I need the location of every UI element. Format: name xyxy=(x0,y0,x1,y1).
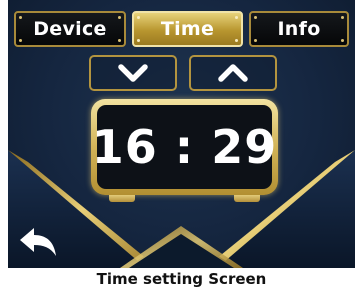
clock-face: 16 : 29 xyxy=(92,105,276,189)
tab-time-label: Time xyxy=(160,18,215,40)
clock-foot-left xyxy=(109,195,135,202)
tab-info-label: Info xyxy=(277,18,321,40)
decrease-time-button[interactable] xyxy=(89,55,177,91)
clock-display: 16 : 29 xyxy=(91,99,278,195)
clock-separator: : xyxy=(157,120,212,174)
tab-time[interactable]: Time xyxy=(132,11,243,47)
back-arrow-icon[interactable] xyxy=(18,224,60,260)
clock-minutes: 29 xyxy=(211,120,278,174)
clock-foot-right xyxy=(234,195,260,202)
screen-caption: Time setting Screen xyxy=(96,270,267,288)
time-readout: 16 : 29 xyxy=(92,105,276,189)
increase-time-button[interactable] xyxy=(189,55,277,91)
tab-device[interactable]: Device xyxy=(14,11,126,47)
clock-hours: 16 xyxy=(91,120,158,174)
tab-info[interactable]: Info xyxy=(249,11,349,47)
chevron-down-icon xyxy=(118,64,148,82)
device-screen: Device Time Info 16 : 29 xyxy=(8,0,355,268)
chevron-up-icon xyxy=(218,64,248,82)
tab-device-label: Device xyxy=(33,18,107,40)
